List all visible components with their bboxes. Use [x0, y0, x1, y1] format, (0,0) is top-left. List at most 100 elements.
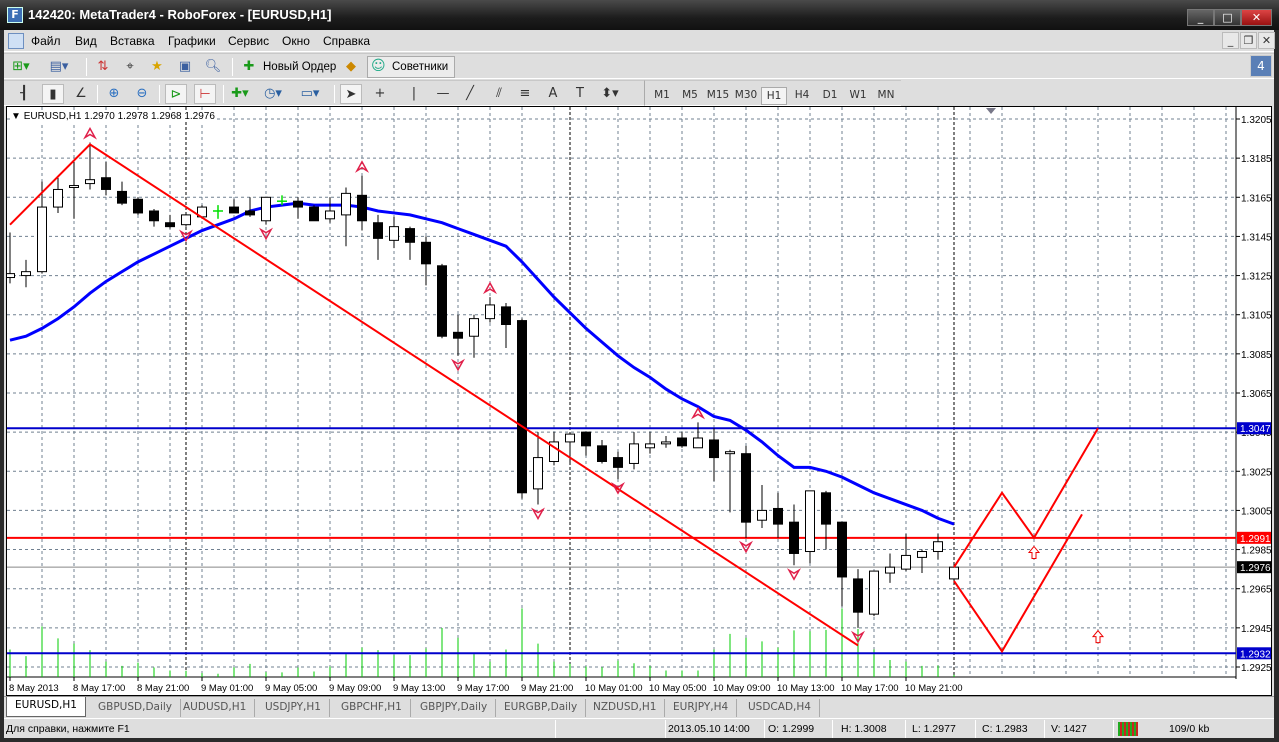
chart-tab[interactable]: NZDUSD,H1	[585, 699, 666, 717]
candle-body	[517, 320, 527, 494]
candle-body	[661, 441, 671, 445]
mdi-minimize-button[interactable]: _	[1222, 32, 1239, 49]
timeframe-m30[interactable]: M30	[733, 87, 759, 103]
menu-charts[interactable]: Графики	[168, 34, 216, 48]
y-tick-label: 1.3125	[1241, 272, 1272, 283]
candle-body	[933, 541, 943, 553]
fibonacci-button[interactable]: ≡	[514, 84, 536, 104]
chart-tab[interactable]: GBPJPY,Daily	[412, 699, 497, 717]
x-tick-label: 10 May 09:00	[713, 683, 771, 694]
minimize-button[interactable]: _	[1187, 9, 1214, 26]
new-order-button[interactable]: Новый Ордер	[263, 61, 336, 73]
bar-chart-button[interactable]: ┨	[13, 84, 35, 104]
mt4-icon: F	[7, 7, 23, 23]
favorites-star-icon[interactable]: ★	[146, 57, 168, 77]
line-chart-button[interactable]: ∠	[70, 84, 92, 104]
timeframe-w1[interactable]: W1	[845, 87, 871, 103]
candle-body	[149, 210, 159, 222]
cursor-button[interactable]: ➤	[340, 84, 362, 104]
text-label-button[interactable]: T	[569, 84, 591, 104]
maximize-button[interactable]: □	[1214, 9, 1241, 26]
crosshair-button[interactable]: +	[369, 84, 391, 104]
candle-body	[229, 206, 239, 214]
navigator-button[interactable]: ⌖	[119, 57, 141, 77]
chart-window[interactable]: 1.3205 1.3185 1.3165 1.3145 1.3125 1.3105 1.30…	[6, 106, 1272, 696]
timeframe-mn[interactable]: MN	[873, 87, 899, 103]
warning-icon[interactable]: ◆	[340, 57, 362, 77]
trendline-button[interactable]: ╱	[459, 84, 481, 104]
candle	[885, 553, 895, 583]
price-chart[interactable]: 1.3205 1.3185 1.3165 1.3145 1.3125 1.3105 1.30…	[7, 107, 1273, 697]
zoom-in-button[interactable]: ⊕	[103, 84, 125, 104]
periods-button[interactable]: ◷▾	[262, 84, 284, 104]
chart-tab[interactable]: EURUSD,H1	[6, 697, 86, 717]
chart-tab[interactable]: GBPCHF,H1	[333, 699, 411, 717]
chart-tab[interactable]: AUDUSD,H1	[175, 699, 256, 717]
menu-window[interactable]: Окно	[282, 34, 310, 48]
timeframe-m15[interactable]: M15	[705, 87, 731, 103]
auto-scroll-button[interactable]: ⊳	[165, 84, 187, 104]
market-watch-button[interactable]: ⇅	[92, 57, 114, 77]
timeframe-m5[interactable]: M5	[677, 87, 703, 103]
status-low: L: 1.2977	[912, 723, 956, 735]
x-tick-label: 10 May 05:00	[649, 683, 707, 694]
chart-tab[interactable]: USDJPY,H1	[257, 699, 330, 717]
candle	[149, 209, 159, 227]
menu-view[interactable]: Вид	[75, 34, 97, 48]
experts-icon: ☺	[371, 58, 386, 74]
chart-tab[interactable]: USDCAD,H4	[740, 699, 820, 717]
chart-tab[interactable]: GBPUSD,Daily	[90, 699, 182, 717]
horizontal-line-button[interactable]: —	[432, 84, 454, 104]
vertical-line-button[interactable]: |	[403, 84, 425, 104]
candle-body	[949, 566, 959, 580]
zoom-out-button[interactable]: ⊖	[131, 84, 153, 104]
equidistant-channel-button[interactable]: ⫽	[488, 84, 510, 104]
y-tick-label: 1.3025	[1241, 467, 1272, 478]
text-button[interactable]: A	[542, 84, 564, 104]
candle-body	[21, 271, 31, 277]
up-arrow-icon	[1027, 545, 1041, 559]
profiles-button[interactable]: ▤▾	[48, 57, 70, 77]
menu-tools[interactable]: Сервис	[228, 34, 269, 48]
candle-body	[357, 194, 367, 222]
candle-body	[325, 210, 335, 220]
candle-body	[837, 521, 847, 578]
candle	[661, 436, 671, 448]
candle-body	[437, 265, 447, 337]
candlestick-chart-button[interactable]: ▮	[42, 84, 64, 104]
up-arrow-icon	[1091, 629, 1105, 644]
candle	[133, 197, 143, 215]
chart-tab[interactable]: EURJPY,H4	[665, 699, 738, 717]
new-order-icon[interactable]: ✚	[238, 57, 260, 77]
chart-tab[interactable]: EURGBP,Daily	[496, 699, 587, 717]
menu-insert[interactable]: Вставка	[110, 34, 155, 48]
x-tick-label: 10 May 17:00	[841, 683, 899, 694]
arrows-button[interactable]: ⬍▾	[599, 84, 621, 104]
menu-help[interactable]: Справка	[323, 34, 370, 48]
timeframe-d1[interactable]: D1	[817, 87, 843, 103]
timeframe-h1[interactable]: H1	[761, 87, 787, 105]
candle-body	[165, 222, 175, 228]
connection-status-icon[interactable]	[1118, 722, 1138, 736]
templates-button[interactable]: ▭▾	[299, 84, 321, 104]
mdi-close-button[interactable]: ✕	[1258, 32, 1275, 49]
experts-button[interactable]: ☺ Советники	[367, 56, 455, 78]
mdi-restore-button[interactable]: ❐	[1240, 32, 1257, 49]
indicators-button[interactable]: ✚▾	[229, 84, 251, 104]
timeframe-m1[interactable]: M1	[649, 87, 675, 103]
new-chart-button[interactable]: ⊞▾	[10, 57, 32, 77]
candle	[341, 187, 351, 247]
notifications-button[interactable]: 4	[1250, 55, 1272, 77]
candle	[437, 263, 447, 339]
candle	[805, 490, 815, 564]
candle	[245, 197, 255, 217]
close-button[interactable]: ✕	[1241, 9, 1272, 26]
candle-body	[917, 551, 927, 558]
menu-file[interactable]: Файл	[31, 34, 61, 48]
timeframe-h4[interactable]: H4	[789, 87, 815, 103]
strategy-tester-button[interactable]: 🔍︎	[202, 57, 224, 77]
terminal-button[interactable]: ▣	[174, 57, 196, 77]
chart-shift-button[interactable]: ⊢	[194, 84, 216, 104]
candle	[261, 196, 271, 225]
candle-body	[709, 439, 719, 459]
